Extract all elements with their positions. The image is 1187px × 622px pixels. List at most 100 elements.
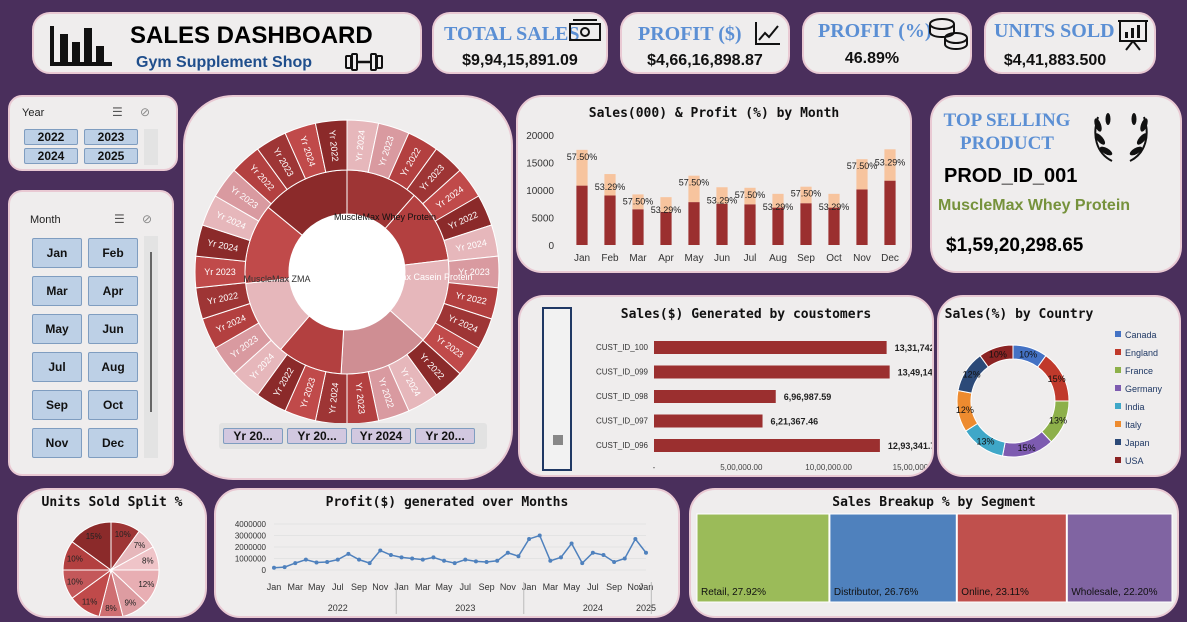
- legend-label: India: [1125, 402, 1145, 412]
- x-tick-label: Jul: [744, 253, 757, 264]
- sales-bar: [688, 202, 700, 245]
- profit-point: [516, 554, 521, 559]
- profit-line-chart: 0 1000000 2000000 3000000 4000000 Jan Mar May Ju…: [235, 520, 656, 614]
- y-tick-label: 10000: [526, 186, 554, 197]
- year-option[interactable]: 2025: [84, 148, 138, 164]
- scrollbar[interactable]: [144, 129, 158, 165]
- data-label: 10%: [989, 349, 1007, 359]
- x-tick-label: Sep: [479, 582, 495, 592]
- legend-label: France: [1125, 366, 1153, 376]
- profit-point: [622, 556, 627, 561]
- sunburst-outer-label: Yr 2023: [204, 267, 236, 277]
- month-option[interactable]: May: [32, 314, 82, 344]
- data-label: 13,49,148.33: [898, 368, 934, 378]
- country-donut-chart: 10% 15% 13% 15% 13% 12% 12% 10% Canada England Fra…: [956, 330, 1163, 466]
- data-label: 12%: [963, 370, 981, 380]
- top-product-value: $1,59,20,298.65: [946, 235, 1084, 256]
- data-label: 53.29%: [875, 157, 906, 167]
- data-label: 11%: [82, 597, 97, 606]
- profit-point: [473, 559, 478, 564]
- segment-label: Retail, 27.92%: [701, 587, 766, 598]
- x-tick-label: May: [308, 582, 326, 592]
- x-tick-label: Jul: [332, 582, 344, 592]
- year-filter-button[interactable]: Yr 2024: [351, 428, 411, 444]
- units-split-card: Units Sold Split % 10% 7% 8% 12% 9% 8% 11% 10% 1…: [17, 488, 207, 618]
- data-label: 12%: [138, 580, 154, 589]
- sales-bar: [660, 212, 672, 245]
- sunburst-chart: Yr 2024 Yr 2023 Yr 2022Yr 2023Yr 2024Yr 20…: [194, 119, 500, 425]
- data-label: 13%: [976, 437, 994, 447]
- data-label: 13,31,742.71: [895, 343, 934, 353]
- sunburst-card: Yr 2024 Yr 2023 Yr 2022 Yr 2023 Yr 2024 Yr 20…: [183, 95, 513, 480]
- profit-point: [367, 561, 372, 566]
- sunburst-inner-label: MuscleMax ZMA: [243, 274, 310, 284]
- month-option[interactable]: Nov: [32, 428, 82, 458]
- month-option[interactable]: Apr: [88, 276, 138, 306]
- x-tick-label: Nov: [853, 253, 871, 264]
- clear-filter-icon[interactable]: ⊘: [142, 212, 152, 226]
- y-tick-label: 20000: [526, 131, 554, 142]
- legend-swatch: [1115, 385, 1121, 391]
- legend-label: England: [1125, 348, 1158, 358]
- month-option[interactable]: Jul: [32, 352, 82, 382]
- monthly-sales-card: Sales(000) & Profit (%) by Month 0 5000 10…: [516, 95, 912, 273]
- profit-point: [442, 558, 447, 563]
- sales-bar: [828, 207, 840, 245]
- legend-swatch: [1115, 439, 1121, 445]
- year-filter-button[interactable]: Yr 20...: [223, 428, 283, 444]
- x-tick-label: May: [685, 253, 704, 264]
- kpi-value: $4,66,16,898.87: [647, 52, 763, 69]
- country-card: Sales(%) by Country 10% 15% 13% 15% 13% 12% 12…: [937, 295, 1181, 477]
- y-tick-label: 2000000: [235, 543, 267, 552]
- coins-icon: [929, 18, 968, 50]
- units-pie-chart: 10%7%8%12%9%8%11%10%10%15%: [62, 521, 160, 616]
- customer-label: CUST_ID_096: [596, 441, 649, 450]
- month-option[interactable]: Feb: [88, 238, 138, 268]
- data-label: 57.50%: [623, 196, 654, 206]
- month-option[interactable]: Aug: [88, 352, 138, 382]
- month-option[interactable]: Oct: [88, 390, 138, 420]
- x-tick-label: May: [436, 582, 454, 592]
- year-filter-button[interactable]: Yr 20...: [415, 428, 475, 444]
- data-label: 15%: [1048, 374, 1066, 384]
- multi-select-icon[interactable]: ☰: [114, 212, 125, 226]
- year-option[interactable]: 2022: [24, 129, 78, 145]
- scrollbar-thumb[interactable]: [150, 252, 152, 412]
- profit-point: [601, 553, 606, 558]
- month-option[interactable]: Dec: [88, 428, 138, 458]
- profit-point: [580, 561, 585, 566]
- multi-select-icon[interactable]: ☰: [112, 105, 123, 119]
- year-option[interactable]: 2023: [84, 129, 138, 145]
- monthly-sales-chart: 0 5000 10000 15000 20000 57.50% Jan 53.29% Feb 57…: [526, 131, 906, 264]
- data-label: 12%: [956, 405, 974, 415]
- legend-swatch: [1115, 367, 1121, 373]
- data-label: 53.29%: [595, 182, 626, 192]
- legend-swatch: [1115, 331, 1121, 337]
- legend-label: Canada: [1125, 330, 1157, 340]
- x-tick-label: Jan: [574, 253, 590, 264]
- profit-point: [505, 550, 510, 555]
- profit-point: [272, 565, 276, 570]
- profit-point: [346, 551, 351, 556]
- data-label: 57.50%: [679, 178, 710, 188]
- legend-swatch: [1115, 403, 1121, 409]
- year-filter-button[interactable]: Yr 20...: [287, 428, 347, 444]
- data-label: 6,96,987.59: [784, 392, 832, 402]
- presentation-icon: [1118, 20, 1148, 51]
- year-label: 2023: [455, 603, 475, 613]
- month-option[interactable]: Jan: [32, 238, 82, 268]
- clear-filter-icon[interactable]: ⊘: [140, 105, 150, 119]
- scrollbar[interactable]: [144, 236, 158, 458]
- month-option[interactable]: Jun: [88, 314, 138, 344]
- month-option[interactable]: Mar: [32, 276, 82, 306]
- profit-point: [537, 533, 542, 538]
- y-tick-label: 0: [262, 566, 267, 575]
- profit-point: [303, 557, 308, 562]
- sales-bar: [632, 209, 644, 245]
- month-option[interactable]: Sep: [32, 390, 82, 420]
- data-label: 6,21,367.46: [771, 417, 819, 427]
- profit-point: [569, 541, 574, 546]
- laurel-wreath-icon: [1094, 113, 1148, 162]
- customer-bar: [654, 390, 776, 403]
- year-option[interactable]: 2024: [24, 148, 78, 164]
